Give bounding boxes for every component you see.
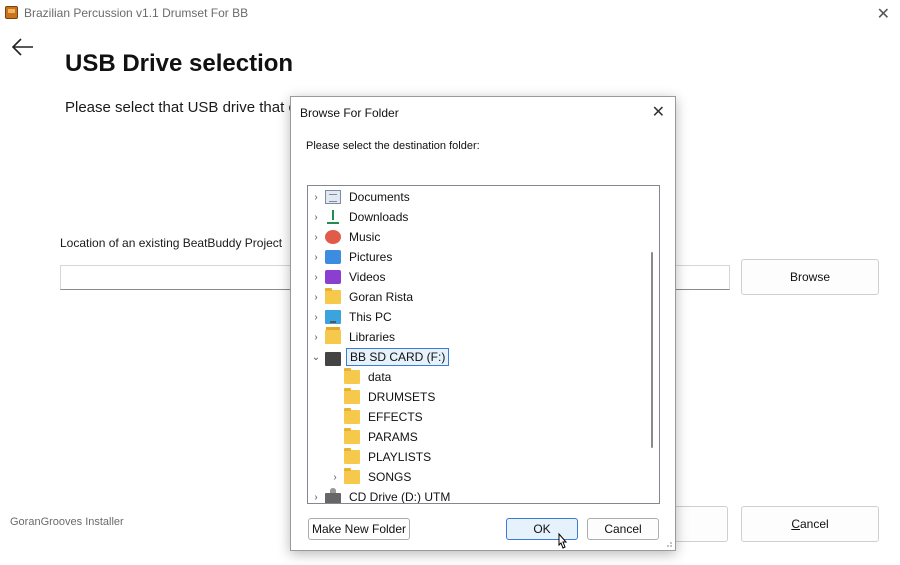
chevron-right-icon[interactable]: › (310, 252, 322, 263)
tree-item-label: Libraries (349, 330, 396, 344)
resize-grip-icon[interactable] (663, 538, 673, 548)
browse-folder-dialog: Browse For Folder ✕ Please select the de… (290, 96, 676, 551)
tree-item[interactable]: › Pictures (310, 247, 395, 267)
cancel-mnemonic: C (791, 517, 800, 531)
chevron-right-icon[interactable]: › (329, 472, 341, 483)
app-icon (5, 6, 18, 19)
pc-icon (325, 310, 341, 324)
downloads-icon (325, 210, 341, 224)
tree-item[interactable]: data (329, 367, 394, 387)
browse-button[interactable]: Browse (741, 259, 879, 295)
folder-tree[interactable]: › Documents › Downloads › Music › Pictures › Vide… (307, 185, 660, 504)
chevron-down-icon[interactable]: ⌄ (310, 352, 322, 363)
tree-item-label: Documents (349, 190, 410, 204)
tree-item[interactable]: › Downloads (310, 207, 411, 227)
documents-icon (325, 190, 341, 204)
tree-item-label: EFFECTS (368, 410, 423, 424)
tree-item[interactable]: › CD Drive (D:) UTM (310, 487, 453, 504)
chevron-right-icon[interactable]: › (310, 292, 322, 303)
tree-item[interactable]: › Goran Rista (310, 287, 416, 307)
tree-item-label: Pictures (349, 250, 393, 264)
tree-item-label: Goran Rista (349, 290, 414, 304)
videos-icon (325, 270, 341, 284)
chevron-right-icon[interactable]: › (310, 232, 322, 243)
folder-icon (344, 428, 360, 444)
mouse-cursor-icon (558, 532, 568, 549)
tree-item-label: data (368, 370, 392, 384)
tree-item[interactable]: ⌄ BB SD CARD (F:) (310, 347, 450, 367)
tree-item-label: PLAYLISTS (368, 450, 432, 464)
folder-icon (344, 408, 360, 424)
dialog-cancel-button[interactable]: Cancel (587, 518, 659, 540)
tree-item[interactable]: › Libraries (310, 327, 398, 347)
tree-item-label: Music (349, 230, 381, 244)
back-arrow-icon[interactable] (10, 34, 36, 60)
instruction-text: Please select that USB drive that co (65, 99, 305, 116)
tree-item-label: This PC (349, 310, 392, 324)
tree-item-label: Videos (349, 270, 386, 284)
cancel-label: ancel (799, 517, 829, 531)
drive-icon (325, 352, 341, 366)
pictures-icon (325, 250, 341, 264)
folder-icon (344, 388, 360, 404)
make-new-folder-button[interactable]: Make New Folder (308, 518, 410, 540)
tree-item[interactable]: › Videos (310, 267, 388, 287)
folder-icon (344, 448, 360, 464)
window-close-icon[interactable]: ✕ (877, 4, 890, 24)
location-label: Location of an existing BeatBuddy Projec… (60, 236, 283, 250)
chevron-right-icon[interactable]: › (310, 192, 322, 203)
tree-item[interactable]: › This PC (310, 307, 395, 327)
chevron-right-icon[interactable]: › (310, 212, 322, 223)
dialog-close-icon[interactable]: ✕ (652, 102, 665, 122)
folder-icon (344, 468, 360, 484)
tree-item-label: BB SD CARD (F:) (346, 348, 450, 366)
tree-item[interactable]: PLAYLISTS (329, 447, 434, 467)
tree-item[interactable]: EFFECTS (329, 407, 426, 427)
tree-item-label: CD Drive (D:) UTM (349, 490, 451, 504)
cancel-button[interactable]: Cancel (741, 506, 879, 542)
chevron-right-icon[interactable]: › (310, 272, 322, 283)
tree-item[interactable]: › Music (310, 227, 383, 247)
footer-label: GoranGrooves Installer (10, 516, 124, 528)
tree-scrollbar[interactable] (651, 252, 653, 448)
libraries-icon (325, 327, 341, 344)
title-bar: Brazilian Percussion v1.1 Drumset For BB… (0, 0, 900, 26)
folder-icon (325, 288, 341, 304)
tree-item-label: SONGS (368, 470, 412, 484)
installer-window: Brazilian Percussion v1.1 Drumset For BB… (0, 0, 900, 565)
tree-item-label: PARAMS (368, 430, 418, 444)
chevron-right-icon[interactable]: › (310, 312, 322, 323)
dialog-prompt: Please select the destination folder: (306, 140, 480, 152)
cd-drive-icon (325, 488, 341, 503)
tree-item[interactable]: PARAMS (329, 427, 421, 447)
tree-item[interactable]: DRUMSETS (329, 387, 438, 407)
music-icon (325, 230, 341, 244)
tree-item-label: DRUMSETS (368, 390, 436, 404)
page-title: USB Drive selection (65, 50, 294, 77)
dialog-title: Browse For Folder (300, 106, 399, 120)
next-button[interactable] (676, 506, 728, 542)
chevron-right-icon[interactable]: › (310, 332, 322, 343)
chevron-right-icon[interactable]: › (310, 492, 322, 503)
window-title: Brazilian Percussion v1.1 Drumset For BB (24, 6, 249, 20)
tree-item[interactable]: › Documents (310, 187, 413, 207)
tree-item[interactable]: › SONGS (329, 467, 414, 487)
tree-item-label: Downloads (349, 210, 409, 224)
folder-icon (344, 368, 360, 384)
